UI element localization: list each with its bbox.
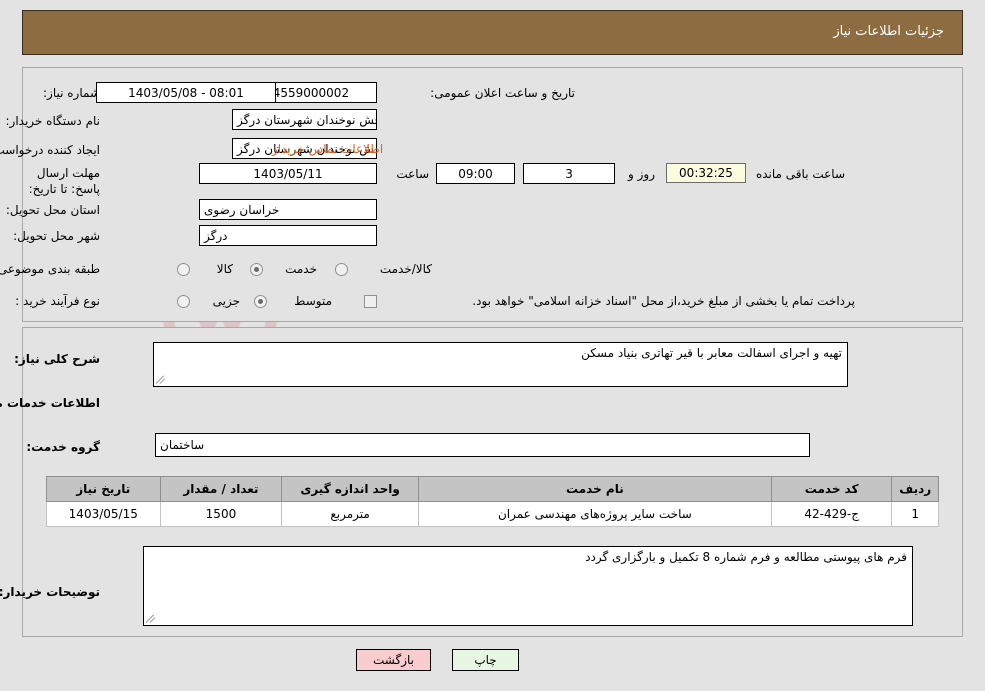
- deadline-label: مهلت ارسال پاسخ: تا تاریخ:: [28, 166, 100, 196]
- back-button[interactable]: بازگشت: [356, 649, 431, 671]
- buyer-org-value: دهیاری سیدها بخش نوخندان شهرستان درگز: [232, 109, 377, 130]
- service-group-value: ساختمان: [155, 433, 810, 457]
- buyer-notes-textarea[interactable]: فرم های پیوستی مطالعه و فرم شماره 8 تکمی…: [143, 546, 913, 626]
- radio-process-medium[interactable]: [254, 295, 267, 308]
- general-desc-value: تهیه و اجرای اسفالت معابر با قیر تهاتری …: [581, 346, 842, 360]
- resize-grip-icon[interactable]: [155, 373, 168, 385]
- buyer-contact-link[interactable]: اطلاعات تماس خریدار: [272, 142, 383, 156]
- province-label: استان محل تحویل:: [5, 203, 100, 217]
- print-button[interactable]: چاپ: [452, 649, 519, 671]
- service-group-label: گروه خدمت:: [26, 440, 100, 454]
- page-header-bar: جزئیات اطلاعات نیاز: [22, 10, 963, 55]
- radio-process-medium-label: متوسط: [294, 294, 332, 308]
- radio-process-minor-label: جزیی: [212, 294, 240, 308]
- buyer-notes-value: فرم های پیوستی مطالعه و فرم شماره 8 تکمی…: [585, 550, 907, 564]
- deadline-hour-value: 09:00: [436, 163, 515, 184]
- page-title: جزئیات اطلاعات نیاز: [833, 24, 944, 39]
- cell-row-no: 1: [891, 501, 939, 527]
- need-summary-panel: [22, 67, 963, 322]
- deadline-date-value: 1403/05/11: [199, 163, 377, 184]
- days-remaining-value: 3: [523, 163, 615, 184]
- resize-grip-icon[interactable]: [145, 612, 158, 624]
- cell-quantity: 1500: [159, 501, 283, 527]
- process-label: نوع فرآیند خرید :: [15, 294, 100, 308]
- cell-need-date: 1403/05/15: [46, 501, 161, 527]
- cell-unit: مترمربع: [281, 501, 419, 527]
- category-label: طبقه بندی موضوعی:: [0, 262, 100, 276]
- radio-category-service-label: خدمت: [285, 262, 317, 276]
- cell-service-code: ج-429-42: [770, 501, 893, 527]
- radio-category-service[interactable]: [250, 263, 263, 276]
- treasury-bond-checkbox[interactable]: [364, 295, 377, 308]
- table-header-row: ردیف کد خدمت نام خدمت واحد اندازه گیری ت…: [46, 476, 939, 502]
- announcement-value: 08:01 - 1403/05/08: [96, 82, 276, 103]
- general-desc-label: شرح کلی نیاز:: [14, 352, 100, 366]
- city-value: درگز: [199, 225, 377, 246]
- countdown-timer: 00:32:25: [666, 163, 746, 183]
- radio-category-goods-label: کالا: [216, 262, 233, 276]
- services-heading: اطلاعات خدمات مورد نیاز: [0, 396, 100, 410]
- radio-category-goods[interactable]: [177, 263, 190, 276]
- province-value: خراسان رضوی: [199, 199, 377, 220]
- remaining-suffix-label: ساعت باقی مانده: [755, 167, 845, 181]
- col-quantity: تعداد / مقدار: [159, 476, 283, 502]
- col-service-name: نام خدمت: [417, 476, 772, 502]
- radio-category-goods-service-label: کالا/خدمت: [379, 262, 432, 276]
- city-label: شهر محل تحویل:: [13, 229, 100, 243]
- col-row-no: ردیف: [891, 476, 939, 502]
- cell-service-name: ساخت سایر پروژه‌های مهندسی عمران: [417, 501, 772, 527]
- col-unit: واحد اندازه گیری: [281, 476, 419, 502]
- treasury-note-label: پرداخت تمام یا بخشی از مبلغ خرید،از محل …: [472, 294, 855, 308]
- radio-category-goods-service[interactable]: [335, 263, 348, 276]
- announcement-label: تاریخ و ساعت اعلان عمومی:: [430, 86, 575, 100]
- radio-process-minor[interactable]: [177, 295, 190, 308]
- col-service-code: کد خدمت: [770, 476, 893, 502]
- services-table: ردیف کد خدمت نام خدمت واحد اندازه گیری ت…: [46, 476, 939, 527]
- general-desc-textarea[interactable]: تهیه و اجرای اسفالت معابر با قیر تهاتری …: [153, 342, 848, 387]
- need-number-label: شماره نیاز:: [43, 86, 100, 100]
- deadline-hour-label: ساعت: [396, 167, 429, 181]
- creator-label: ایجاد کننده درخواست:: [0, 143, 100, 157]
- days-unit-label: روز و: [628, 167, 655, 181]
- table-row: 1 ج-429-42 ساخت سایر پروژه‌های مهندسی عم…: [46, 501, 939, 527]
- buyer-org-label: نام دستگاه خریدار:: [5, 114, 101, 128]
- col-need-date: تاریخ نیاز: [46, 476, 161, 502]
- buyer-notes-label: توضیحات خریدار:: [0, 585, 100, 599]
